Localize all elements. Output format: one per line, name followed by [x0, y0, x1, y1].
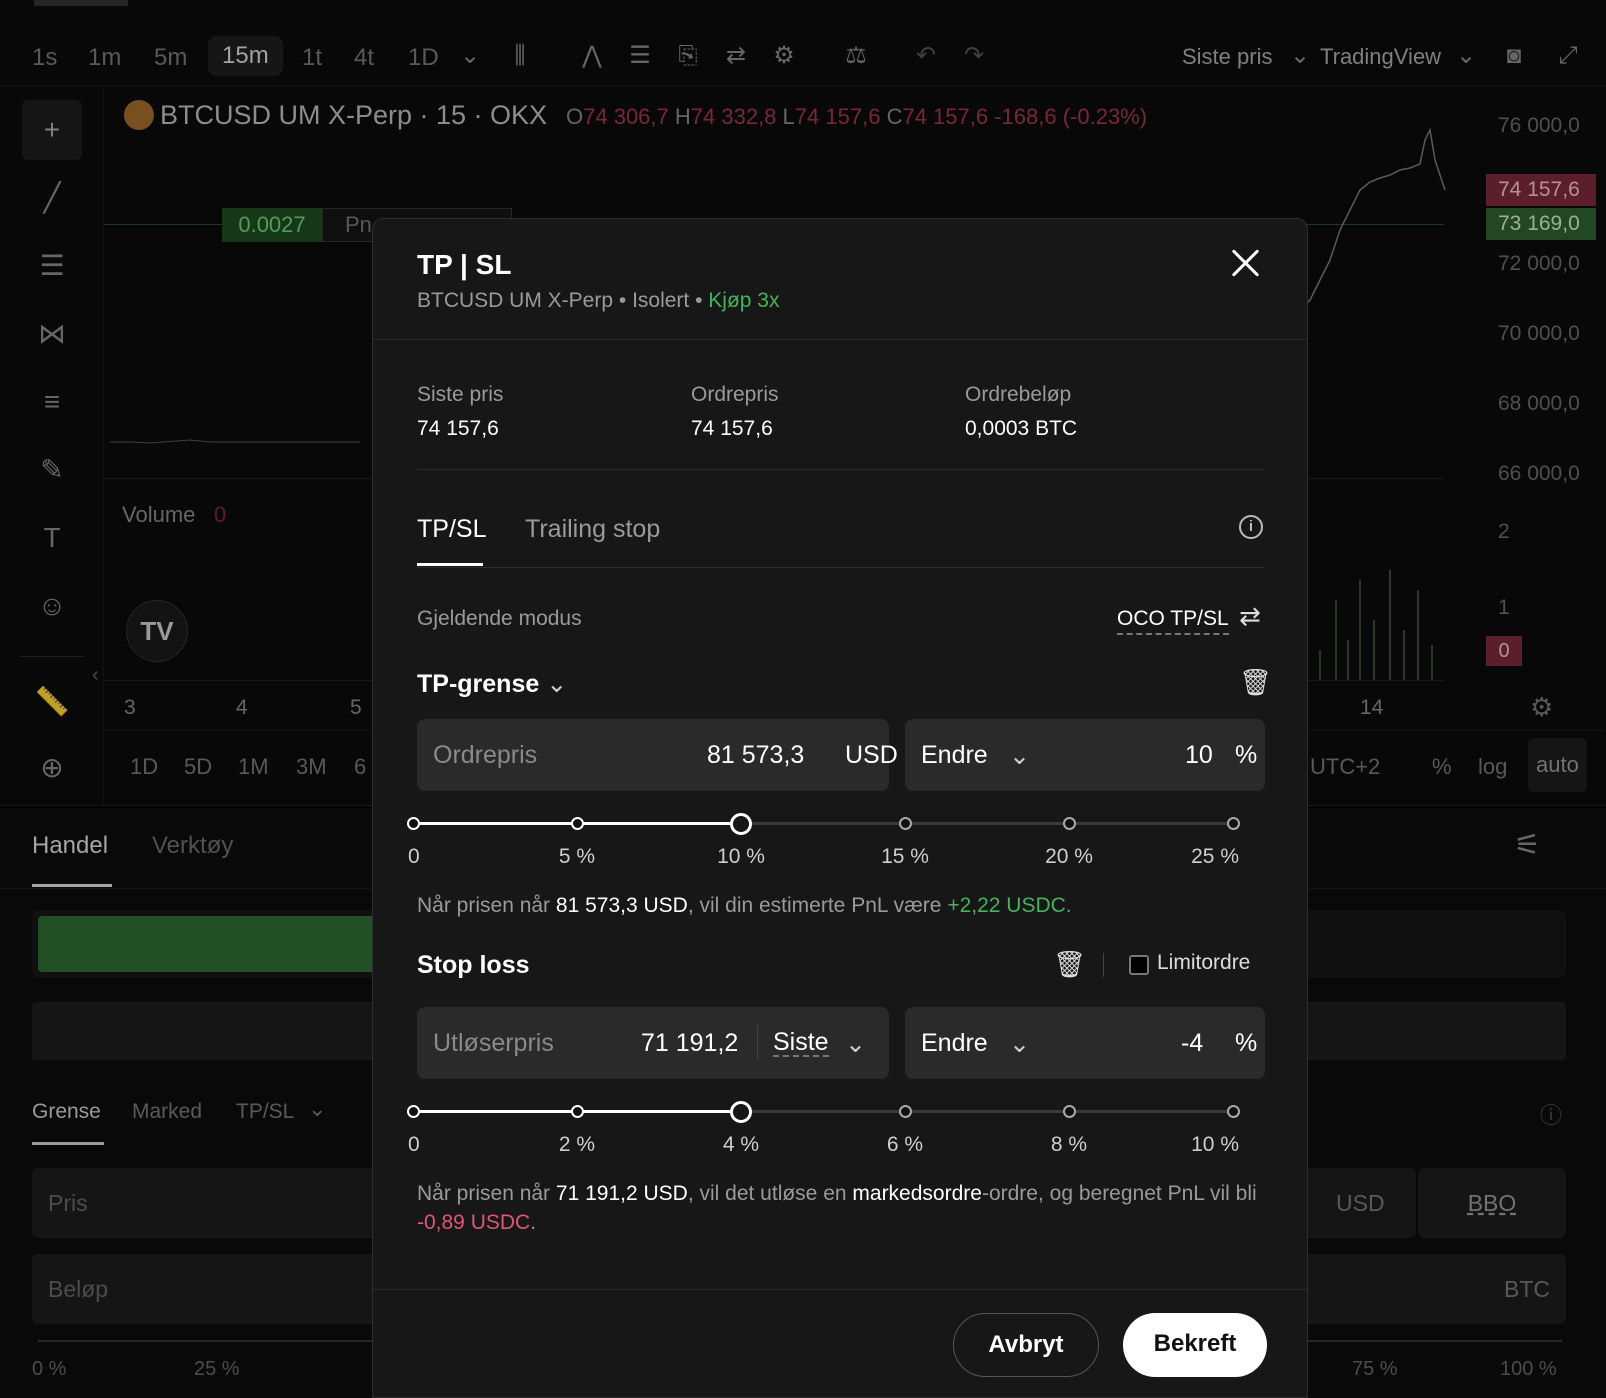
- change-mode-select[interactable]: Endre: [921, 741, 988, 770]
- trash-icon[interactable]: 🗑: [1053, 949, 1086, 980]
- slider-step[interactable]: [406, 817, 420, 830]
- slider-step-label: 10 %: [717, 845, 765, 868]
- trash-icon[interactable]: 🗑: [1239, 667, 1272, 698]
- tab-tpsl[interactable]: TP/SL: [417, 515, 486, 544]
- tp-change-value[interactable]: 10: [1185, 741, 1213, 770]
- chevron-down-icon[interactable]: ⌄: [1009, 1029, 1030, 1059]
- sl-price-value[interactable]: 71 191,2: [641, 1029, 738, 1058]
- tp-section-title[interactable]: TP-grense ⌄: [417, 669, 567, 699]
- divider: [1103, 953, 1104, 977]
- slider-step-label: 5 %: [558, 845, 596, 868]
- sl-percent-slider[interactable]: 0 2 % 4 % 6 % 8 % 10 %: [406, 1093, 1245, 1156]
- slider-step[interactable]: [406, 1105, 420, 1118]
- slider-step-label: 15 %: [881, 845, 929, 868]
- modal-subtitle: BTCUSD UM X-Perp • Isolert • Kjøp 3x: [417, 289, 780, 312]
- divider: [757, 1025, 758, 1059]
- order-amount-value: 0,0003 BTC: [965, 417, 1078, 440]
- divider: [373, 339, 1307, 340]
- limit-order-label[interactable]: Limitordre: [1157, 951, 1250, 975]
- modal-title: TP | SL: [417, 249, 512, 280]
- tp-order-price-field[interactable]: Ordrepris 81 573,3 USD: [417, 719, 898, 791]
- slider-step[interactable]: [1062, 817, 1076, 830]
- sl-trigger-price-field[interactable]: Utløserpris 71 191,2 Siste ⌄: [417, 1007, 889, 1079]
- sl-change-field[interactable]: Endre ⌄ -4 %: [905, 1007, 1265, 1079]
- slider-thumb[interactable]: [730, 813, 752, 835]
- slider-step[interactable]: [1062, 1105, 1076, 1118]
- slider-step-label: 0: [408, 845, 420, 868]
- slider-step-label: 20 %: [1045, 845, 1093, 868]
- cancel-button[interactable]: Avbryt: [953, 1313, 1099, 1377]
- close-icon[interactable]: [1229, 247, 1261, 279]
- mode-value[interactable]: OCO TP/SL: [1117, 607, 1229, 635]
- tp-change-field[interactable]: Endre ⌄ 10 %: [905, 719, 1265, 791]
- swap-icon[interactable]: ⇄: [1239, 601, 1261, 632]
- divider: [417, 469, 1265, 470]
- tab-trailing-stop[interactable]: Trailing stop: [525, 515, 660, 544]
- divider: [417, 567, 1265, 568]
- last-price-label: Siste pris: [417, 383, 504, 406]
- trigger-type-select[interactable]: Siste: [773, 1029, 829, 1057]
- slider-step-label: 25 %: [1191, 845, 1239, 868]
- chevron-down-icon[interactable]: ⌄: [1009, 741, 1030, 771]
- slider-step[interactable]: [570, 1105, 584, 1118]
- slider-step-label: 8 %: [1050, 1133, 1088, 1156]
- tp-percent-slider[interactable]: 0 5 % 10 % 15 % 20 % 25 %: [406, 805, 1245, 868]
- info-icon[interactable]: i: [1239, 515, 1263, 539]
- change-mode-select[interactable]: Endre: [921, 1029, 988, 1058]
- slider-step-label: 10 %: [1191, 1133, 1239, 1156]
- slider-step-label: 0: [408, 1133, 420, 1156]
- chevron-down-icon[interactable]: ⌄: [845, 1029, 866, 1059]
- slider-step[interactable]: [1226, 817, 1240, 830]
- slider-thumb[interactable]: [730, 1101, 752, 1123]
- slider-step[interactable]: [898, 817, 912, 830]
- tp-estimate-note: Når prisen når 81 573,3 USD, vil din est…: [417, 894, 1072, 917]
- divider: [373, 1289, 1307, 1290]
- slider-step-label: 2 %: [558, 1133, 596, 1156]
- tpsl-modal: TP | SL BTCUSD UM X-Perp • Isolert • Kjø…: [372, 218, 1308, 1398]
- slider-step[interactable]: [898, 1105, 912, 1118]
- sl-estimate-note: Når prisen når 71 191,2 USD, vil det utl…: [417, 1182, 1257, 1234]
- mode-label: Gjeldende modus: [417, 607, 582, 630]
- sl-section-title: Stop loss: [417, 951, 530, 979]
- slider-step[interactable]: [1226, 1105, 1240, 1118]
- order-price-label: Ordrepris: [691, 383, 779, 406]
- slider-step-label: 6 %: [886, 1133, 924, 1156]
- tp-price-value[interactable]: 81 573,3: [707, 741, 804, 770]
- slider-step-label: 4 %: [722, 1133, 760, 1156]
- confirm-button[interactable]: Bekreft: [1123, 1313, 1267, 1377]
- sl-change-value[interactable]: -4: [1181, 1029, 1203, 1058]
- last-price-value: 74 157,6: [417, 417, 499, 440]
- order-price-value: 74 157,6: [691, 417, 773, 440]
- tab-underline: [417, 563, 483, 566]
- slider-step[interactable]: [570, 817, 584, 830]
- order-amount-label: Ordrebeløp: [965, 383, 1072, 406]
- limit-order-checkbox[interactable]: [1129, 955, 1149, 975]
